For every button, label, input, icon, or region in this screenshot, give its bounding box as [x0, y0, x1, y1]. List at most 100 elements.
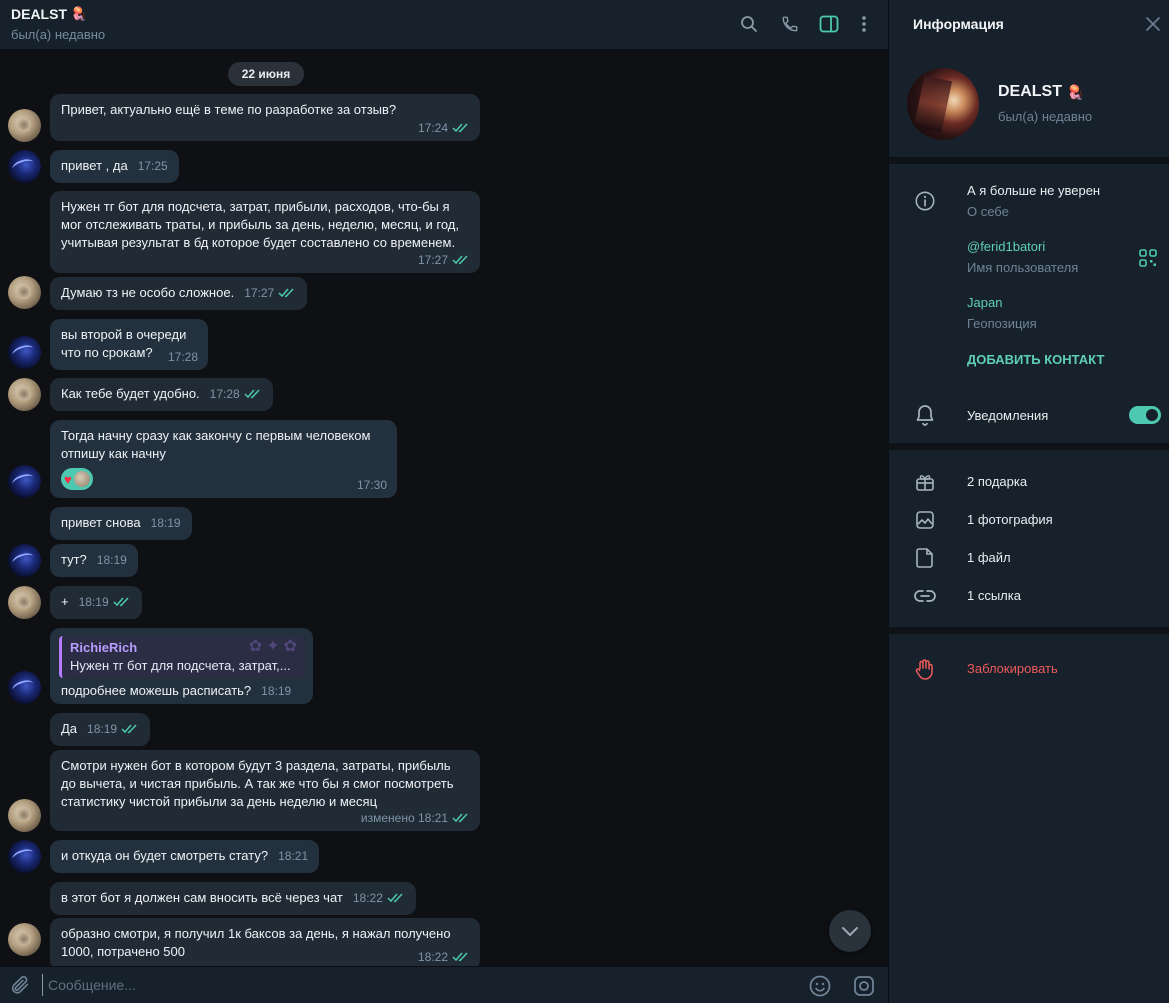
- message-time: 18:22: [352, 891, 383, 905]
- chat-header[interactable]: DEALST 🪼 был(а) недавно: [0, 0, 888, 50]
- notifications-toggle[interactable]: [1129, 406, 1161, 424]
- message-bubble[interactable]: Думаю тз не особо сложное. 17:27: [50, 277, 308, 310]
- chevron-down-icon: [842, 927, 858, 936]
- media-gifts[interactable]: 2 подарка: [967, 474, 1027, 489]
- message-meta: 18:22: [418, 948, 470, 966]
- title-emoji-icon: 🪼: [71, 6, 88, 21]
- message-meta: 18:19: [97, 551, 127, 569]
- avatar[interactable]: [8, 150, 41, 183]
- profile-name: DEALST 🪼: [998, 83, 1084, 101]
- message-bubble[interactable]: Как тебе будет удобно. 17:28: [50, 378, 273, 411]
- link-icon: [913, 584, 937, 608]
- message-bubble[interactable]: ✿✦✿ RichieRich Нужен тг бот для подсчета…: [50, 628, 313, 704]
- message-time: 18:21: [278, 849, 309, 863]
- close-icon[interactable]: [1144, 15, 1162, 33]
- avatar[interactable]: [8, 840, 41, 873]
- profile-emoji-icon: 🪼: [1067, 83, 1085, 100]
- message-text: в этот бот я должен сам вносить всё чере…: [61, 890, 343, 905]
- message-time: 17:28: [209, 387, 240, 401]
- message-text: Привет, актуально ещё в теме по разработ…: [61, 102, 397, 117]
- message-text: +: [61, 594, 69, 609]
- message-input[interactable]: [42, 974, 782, 996]
- message-bubble[interactable]: Тогда начну сразу как закончу с первым ч…: [50, 420, 397, 498]
- hand-block-icon: [913, 657, 937, 681]
- message-time: 18:19: [261, 684, 292, 698]
- avatar[interactable]: [8, 586, 41, 619]
- message-time: изменено 18:21: [360, 811, 448, 825]
- about-label: О себе: [967, 204, 1009, 219]
- phone-icon[interactable]: [779, 13, 801, 35]
- location-value[interactable]: Japan: [967, 295, 1002, 310]
- message-text: Да: [61, 721, 78, 736]
- avatar[interactable]: [8, 923, 41, 956]
- avatar[interactable]: [8, 465, 41, 498]
- message-bubble[interactable]: Нужен тг бот для подсчета, затрат, прибы…: [50, 191, 480, 273]
- message-time: 17:30: [356, 478, 387, 492]
- chat-title-text: DEALST: [11, 6, 67, 22]
- message-composer: [0, 966, 888, 1003]
- message-bubble[interactable]: привет снова 18:19: [50, 507, 192, 540]
- scroll-to-bottom-button[interactable]: [829, 910, 871, 952]
- profile-avatar[interactable]: [907, 68, 979, 140]
- media-files[interactable]: 1 файл: [967, 550, 1011, 565]
- media-links[interactable]: 1 ссылка: [967, 588, 1021, 603]
- message-bubble[interactable]: Привет, актуально ещё в теме по разработ…: [50, 94, 480, 141]
- emoji-icon[interactable]: [808, 974, 832, 998]
- message-time: 18:19: [96, 553, 127, 567]
- reply-preview[interactable]: ✿✦✿ RichieRich Нужен тг бот для подсчета…: [59, 636, 305, 678]
- double-check-icon: [452, 255, 468, 265]
- message-time: 17:28: [167, 350, 198, 364]
- message-bubble[interactable]: вы второй в очереди что по срокам? 17:28: [50, 319, 208, 370]
- double-check-icon: [387, 893, 403, 903]
- username-label: Имя пользователя: [967, 260, 1079, 275]
- reaction-badge[interactable]: ♥: [61, 468, 93, 490]
- message-bubble[interactable]: и откуда он будет смотреть стату? 18:21: [50, 840, 320, 873]
- message-meta: 17:28: [210, 385, 262, 403]
- avatar[interactable]: [8, 671, 41, 704]
- avatar[interactable]: [8, 276, 41, 309]
- message-meta: 17:24: [418, 119, 470, 137]
- message-text: Как тебе будет удобно.: [61, 386, 200, 401]
- message-bubble[interactable]: привет , да 17:25: [50, 150, 179, 183]
- chat-title[interactable]: DEALST 🪼: [11, 6, 87, 22]
- section-divider: [889, 157, 1169, 164]
- message-meta: 18:21: [278, 847, 308, 865]
- message-time: 17:25: [137, 159, 168, 173]
- qr-code-icon[interactable]: [1139, 249, 1157, 267]
- paperclip-icon[interactable]: [9, 974, 31, 996]
- message-text: подробнее можешь расписать?: [61, 683, 252, 698]
- message-time: 17:27: [244, 286, 275, 300]
- location-label: Геопозиция: [967, 316, 1037, 331]
- message-meta: 17:27: [418, 251, 470, 269]
- info-panel: Информация DEALST 🪼 был(а) недавно А я б…: [888, 0, 1169, 1003]
- chat-pane: DEALST 🪼 был(а) недавно 22 июня Привет, …: [0, 0, 888, 1003]
- double-check-icon: [121, 724, 137, 734]
- message-bubble[interactable]: тут? 18:19: [50, 544, 138, 577]
- info-icon: [913, 189, 937, 213]
- add-contact-button[interactable]: ДОБАВИТЬ КОНТАКТ: [967, 352, 1104, 367]
- camera-icon[interactable]: [852, 974, 876, 998]
- media-photos[interactable]: 1 фотография: [967, 512, 1053, 527]
- avatar[interactable]: [8, 544, 41, 577]
- message-text: Нужен тг бот для подсчета, затрат, прибы…: [61, 199, 459, 250]
- avatar[interactable]: [8, 799, 41, 832]
- heart-icon: ♥: [64, 471, 72, 487]
- about-value: А я больше не уверен: [967, 183, 1101, 198]
- date-divider: 22 июня: [228, 62, 304, 86]
- avatar[interactable]: [8, 378, 41, 411]
- block-user-button[interactable]: Заблокировать: [967, 661, 1058, 676]
- avatar[interactable]: [8, 109, 41, 142]
- message-bubble[interactable]: Смотри нужен бот в котором будут 3 разде…: [50, 750, 480, 831]
- message-list[interactable]: 22 июня Привет, актуально ещё в теме по …: [0, 51, 888, 966]
- avatar[interactable]: [8, 336, 41, 369]
- username-value[interactable]: @ferid1batori: [967, 239, 1045, 254]
- search-icon[interactable]: [738, 13, 760, 35]
- double-check-icon: [452, 952, 468, 962]
- message-text: Тогда начну сразу как закончу с первым ч…: [61, 428, 371, 461]
- message-bubble[interactable]: образно смотри, я получил 1к баксов за д…: [50, 918, 480, 966]
- message-bubble[interactable]: +18:19: [50, 586, 142, 619]
- message-bubble[interactable]: Да 18:19: [50, 713, 151, 746]
- message-bubble[interactable]: в этот бот я должен сам вносить всё чере…: [50, 882, 416, 915]
- more-vertical-icon[interactable]: [853, 13, 875, 35]
- sidebar-toggle-icon[interactable]: [818, 13, 840, 35]
